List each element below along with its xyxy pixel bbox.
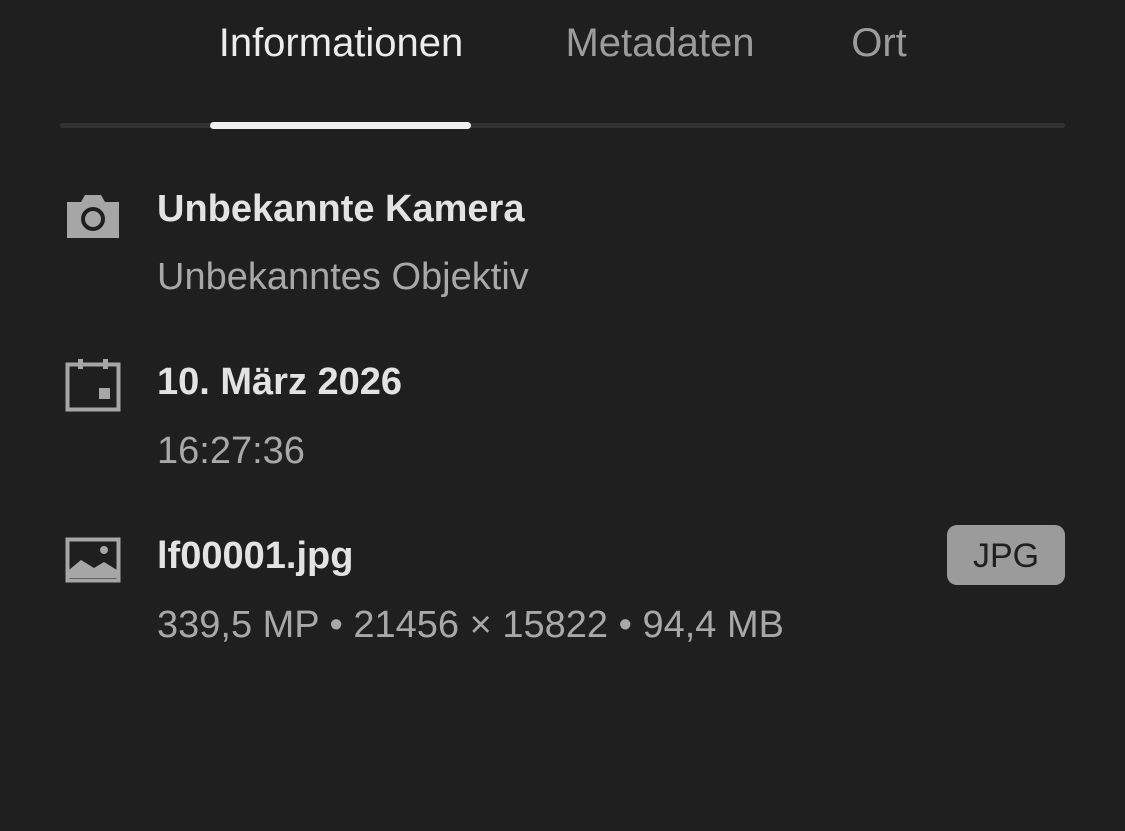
format-badge: JPG bbox=[947, 525, 1065, 585]
file-details: 339,5 MP • 21456 × 15822 • 94,4 MB bbox=[157, 604, 784, 646]
lens-name: Unbekanntes Objektiv bbox=[157, 256, 529, 298]
camera-name: Unbekannte Kamera bbox=[157, 188, 525, 230]
tab-informationen[interactable]: Informationen bbox=[210, 18, 472, 68]
image-icon bbox=[64, 534, 122, 592]
camera-info-row: Unbekannte Kamera Unbekanntes Objektiv bbox=[0, 180, 1125, 310]
date-info-row: 10. März 2026 16:27:36 bbox=[0, 355, 1125, 485]
tab-ort[interactable]: Ort bbox=[848, 18, 910, 68]
calendar-icon bbox=[64, 357, 122, 415]
capture-date: 10. März 2026 bbox=[157, 361, 403, 403]
file-info-row: lf00001.jpg 339,5 MP • 21456 × 15822 • 9… bbox=[0, 525, 1125, 660]
tab-metadaten[interactable]: Metadaten bbox=[562, 18, 758, 68]
active-tab-indicator bbox=[210, 122, 471, 129]
file-name: lf00001.jpg bbox=[157, 535, 354, 577]
camera-icon bbox=[64, 188, 122, 246]
tab-bar: Informationen Metadaten Ort bbox=[0, 0, 1125, 130]
capture-time: 16:27:36 bbox=[157, 430, 305, 472]
